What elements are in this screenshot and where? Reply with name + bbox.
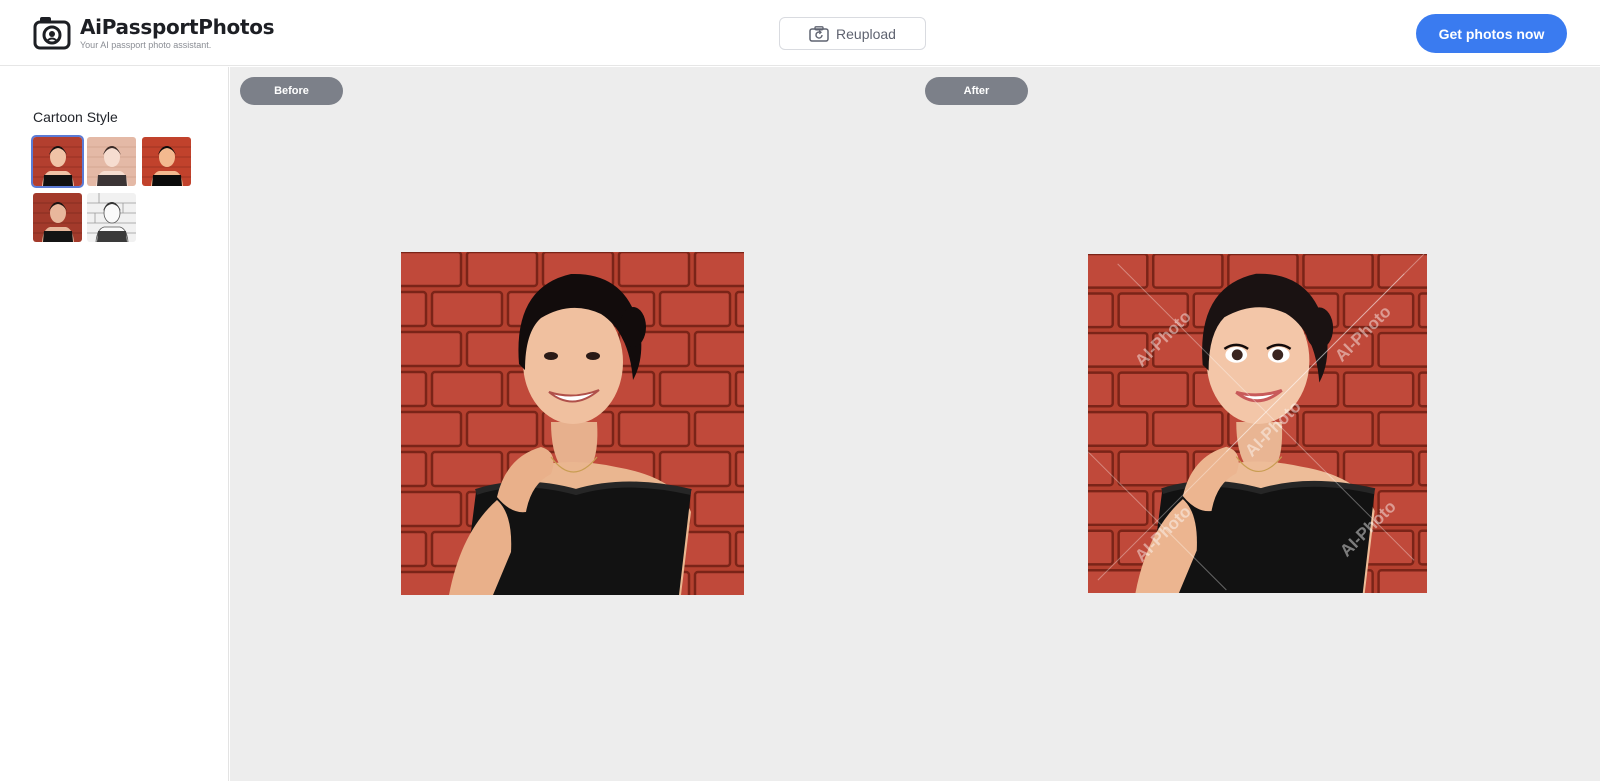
style-thumbnail-3[interactable] xyxy=(142,137,191,186)
style-thumbnail-4[interactable] xyxy=(33,193,82,242)
compare-canvas: Before After AI-Photo AI-Photo AI-Photo … xyxy=(230,67,1600,781)
style-sidebar: Cartoon Style xyxy=(0,67,229,781)
sidebar-title: Cartoon Style xyxy=(33,109,118,125)
style-thumbnail-1[interactable] xyxy=(33,137,82,186)
camera-refresh-icon xyxy=(809,25,829,42)
style-thumbnail-5[interactable] xyxy=(87,193,136,242)
before-photo xyxy=(401,252,744,595)
reupload-button[interactable]: Reupload xyxy=(779,17,926,50)
reupload-label: Reupload xyxy=(836,25,896,42)
get-photos-now-button[interactable]: Get photos now xyxy=(1416,14,1567,53)
before-label: Before xyxy=(240,77,343,105)
after-photo: AI-Photo AI-Photo AI-Photo AI-Photo AI-P… xyxy=(1088,254,1427,593)
after-label: After xyxy=(925,77,1028,105)
top-header: AiPassportPhotos Your AI passport photo … xyxy=(0,0,1600,66)
brand-tagline: Your AI passport photo assistant. xyxy=(80,40,212,50)
brand-name[interactable]: AiPassportPhotos xyxy=(80,15,275,39)
camera-logo-icon xyxy=(33,17,71,50)
style-thumbnail-2[interactable] xyxy=(87,137,136,186)
